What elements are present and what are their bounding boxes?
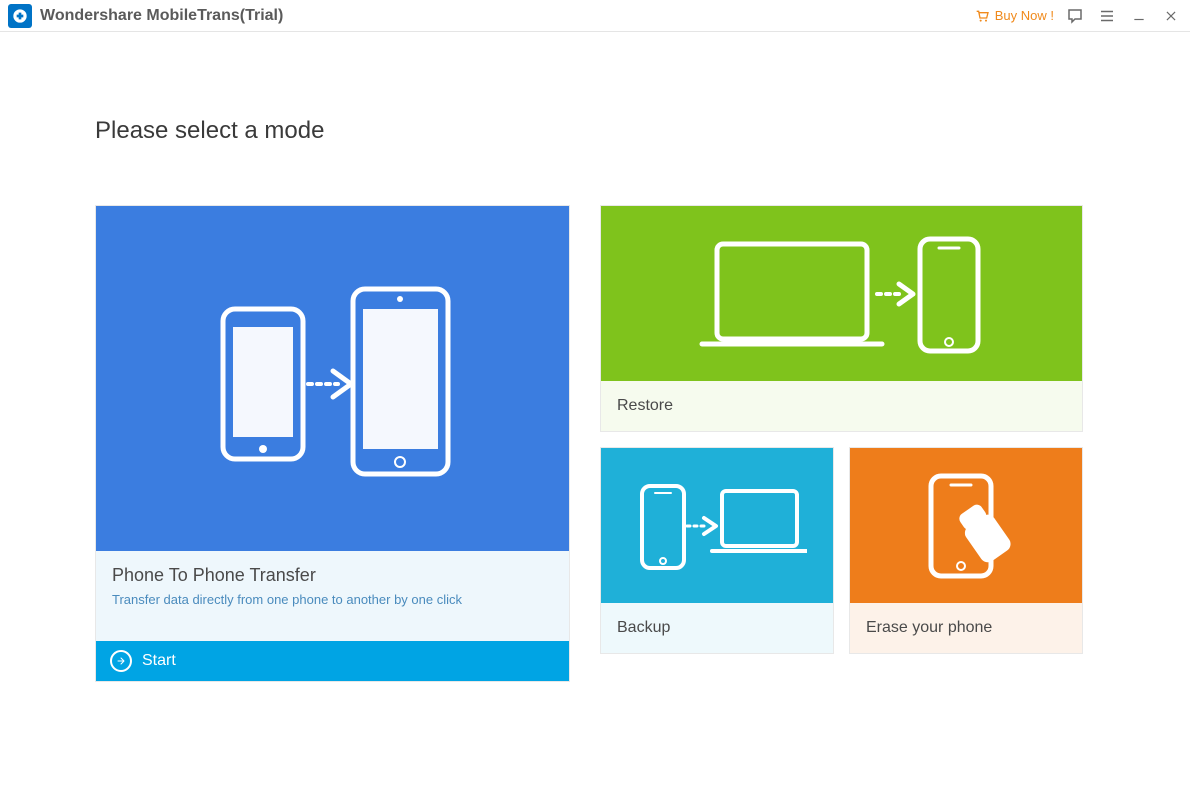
tile-restore[interactable]: Restore <box>600 205 1083 432</box>
phone-to-laptop-icon <box>627 471 807 581</box>
app-icon <box>8 4 32 28</box>
phone-to-phone-title: Phone To Phone Transfer <box>112 565 553 586</box>
tile-erase[interactable]: Erase your phone <box>849 447 1083 654</box>
restore-art <box>601 206 1082 381</box>
app-title: Wondershare MobileTrans(Trial) <box>40 7 283 25</box>
minimize-icon <box>1132 9 1146 23</box>
phone-to-phone-art <box>96 206 569 551</box>
hamburger-icon <box>1098 7 1116 25</box>
close-button[interactable] <box>1160 5 1182 27</box>
phone-to-phone-body: Phone To Phone Transfer Transfer data di… <box>96 551 569 641</box>
close-icon <box>1164 9 1178 23</box>
minimize-button[interactable] <box>1128 5 1150 27</box>
menu-button[interactable] <box>1096 5 1118 27</box>
main-content: Please select a mode <box>0 32 1190 682</box>
cart-icon <box>974 8 990 24</box>
start-label: Start <box>142 652 176 670</box>
page-title: Please select a mode <box>95 117 1095 145</box>
restore-title: Restore <box>617 397 1066 415</box>
feedback-button[interactable] <box>1064 5 1086 27</box>
backup-body: Backup <box>601 603 833 653</box>
erase-art <box>850 448 1082 603</box>
speech-bubble-icon <box>1066 7 1084 25</box>
tile-phone-to-phone[interactable]: Phone To Phone Transfer Transfer data di… <box>95 205 570 682</box>
backup-title: Backup <box>617 619 817 637</box>
start-button[interactable]: Start <box>96 641 569 681</box>
arrow-circle-icon <box>110 650 132 672</box>
restore-body: Restore <box>601 381 1082 431</box>
laptop-to-phone-icon <box>692 224 992 364</box>
backup-art <box>601 448 833 603</box>
erase-body: Erase your phone <box>850 603 1082 653</box>
erase-phone-icon <box>901 466 1031 586</box>
buy-now-label: Buy Now ! <box>995 8 1054 23</box>
phone-to-phone-desc: Transfer data directly from one phone to… <box>112 592 553 607</box>
titlebar: Wondershare MobileTrans(Trial) Buy Now ! <box>0 0 1190 32</box>
phone-to-phone-icon <box>203 279 463 479</box>
erase-title: Erase your phone <box>866 619 1066 637</box>
tile-backup[interactable]: Backup <box>600 447 834 654</box>
buy-now-link[interactable]: Buy Now ! <box>974 8 1054 24</box>
